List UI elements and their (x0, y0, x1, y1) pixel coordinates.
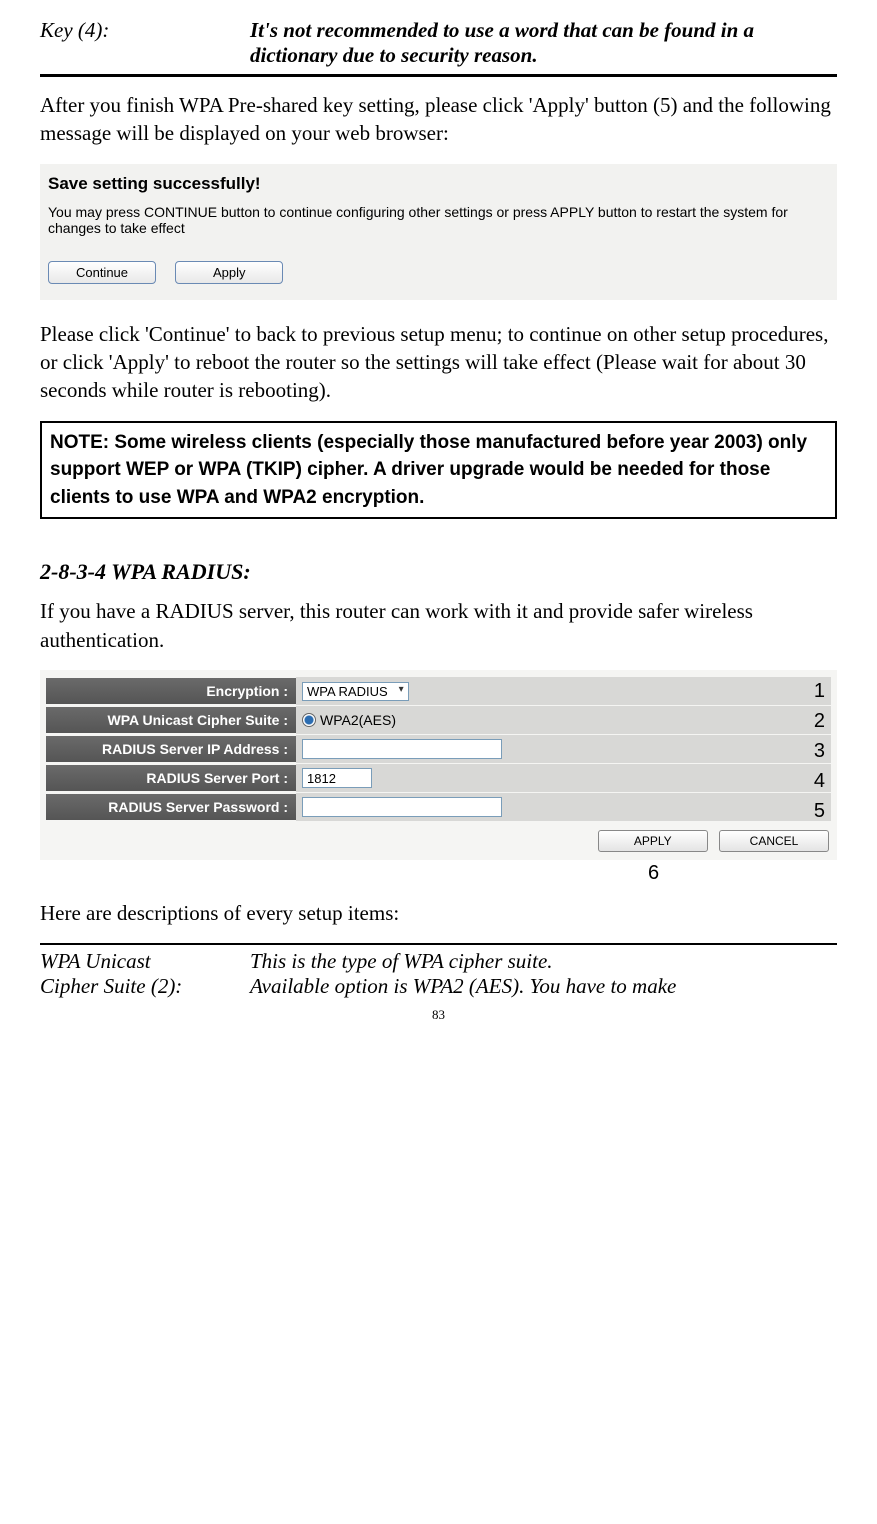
encryption-area: WPA RADIUS (296, 677, 831, 705)
wpa-unicast-row1: WPA Unicast This is the type of WPA ciph… (40, 949, 837, 974)
encryption-select[interactable]: WPA RADIUS (302, 682, 409, 701)
port-area: 1812 (296, 764, 831, 792)
paragraph-radius: If you have a RADIUS server, this router… (40, 597, 837, 654)
form-apply-button[interactable]: APPLY (598, 830, 708, 852)
cipher-label: WPA Unicast Cipher Suite : (46, 707, 296, 733)
divider (40, 74, 837, 77)
save-message: You may press CONTINUE button to continu… (48, 204, 829, 236)
key4-row: Key (4): It's not recommended to use a w… (40, 18, 837, 68)
radius-form: Encryption : WPA RADIUS 1 WPA Unicast Ci… (40, 670, 837, 860)
section-heading: 2-8-3-4 WPA RADIUS: (40, 559, 837, 585)
page-number: 83 (40, 1007, 837, 1023)
paragraph-after-key4: After you finish WPA Pre-shared key sett… (40, 91, 837, 148)
form-row-encryption: Encryption : WPA RADIUS 1 (46, 677, 831, 705)
annot-2: 2 (814, 710, 825, 733)
wpa-unicast-text2: Available option is WPA2 (AES). You have… (250, 974, 837, 999)
paragraph-continue: Please click 'Continue' to back to previ… (40, 320, 837, 405)
save-settings-panel: Save setting successfully! You may press… (40, 164, 837, 300)
divider-thin (40, 943, 837, 945)
cipher-radio[interactable] (302, 713, 316, 727)
annot-6: 6 (470, 862, 837, 885)
encryption-label: Encryption : (46, 678, 296, 704)
port-label: RADIUS Server Port : (46, 765, 296, 791)
form-buttons: APPLY CANCEL (46, 822, 831, 854)
port-input[interactable]: 1812 (302, 768, 372, 788)
paragraph-desc: Here are descriptions of every setup ite… (40, 899, 837, 927)
wpa-unicast-text1: This is the type of WPA cipher suite. (250, 949, 837, 974)
save-title: Save setting successfully! (48, 174, 829, 194)
ip-label: RADIUS Server IP Address : (46, 736, 296, 762)
password-input[interactable] (302, 797, 502, 817)
wpa-unicast-label2: Cipher Suite (2): (40, 974, 250, 999)
form-row-password: RADIUS Server Password : 5 (46, 793, 831, 821)
note-box: NOTE: Some wireless clients (especially … (40, 421, 837, 520)
password-area (296, 793, 831, 821)
key4-label: Key (4): (40, 18, 250, 68)
key4-text: It's not recommended to use a word that … (250, 18, 837, 68)
ip-input[interactable] (302, 739, 502, 759)
form-cancel-button[interactable]: CANCEL (719, 830, 829, 852)
annot-5: 5 (814, 800, 825, 823)
form-row-port: RADIUS Server Port : 1812 4 (46, 764, 831, 792)
annot-1: 1 (814, 680, 825, 703)
ip-area (296, 735, 831, 763)
wpa-unicast-label1: WPA Unicast (40, 949, 250, 974)
annot-4: 4 (814, 770, 825, 793)
annot-3: 3 (814, 740, 825, 763)
form-row-ip: RADIUS Server IP Address : 3 (46, 735, 831, 763)
continue-button[interactable]: Continue (48, 261, 156, 284)
form-row-cipher: WPA Unicast Cipher Suite : WPA2(AES) 2 (46, 706, 831, 734)
password-label: RADIUS Server Password : (46, 794, 296, 820)
cipher-area: WPA2(AES) (296, 706, 831, 734)
apply-button[interactable]: Apply (175, 261, 283, 284)
wpa-unicast-row2: Cipher Suite (2): Available option is WP… (40, 974, 837, 999)
cipher-value: WPA2(AES) (320, 712, 396, 728)
